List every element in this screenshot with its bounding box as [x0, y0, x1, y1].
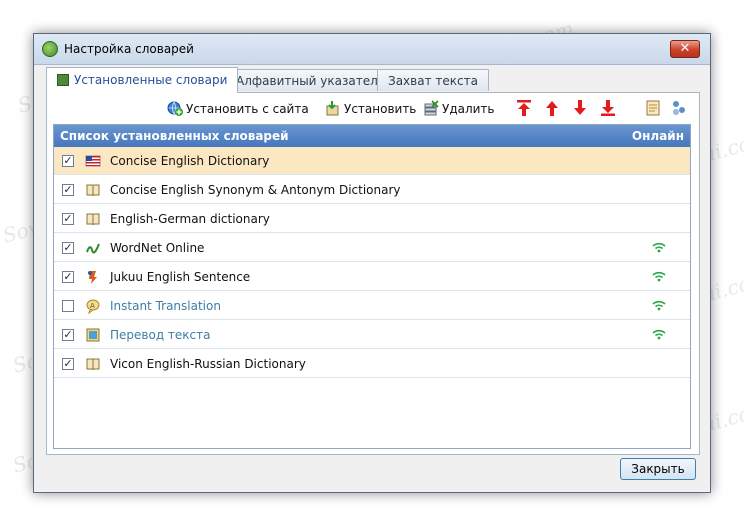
dictionary-info-icon[interactable]: [645, 99, 661, 117]
list-item[interactable]: ✓ English-German dictionary: [54, 205, 690, 233]
install-label: Установить: [344, 102, 417, 116]
dictionary-name: Jukuu English Sentence: [110, 270, 251, 284]
tab-text-capture[interactable]: Захват текста: [377, 69, 489, 91]
app-icon: [42, 41, 58, 57]
title-bar[interactable]: Настройка словарей ✕: [34, 34, 710, 65]
column-header-online: Онлайн: [631, 129, 684, 143]
installed-dictionaries-panel: Установить с сайта Установить Удалить Сп…: [46, 92, 700, 455]
toolbar: Установить с сайта Установить Удалить: [47, 93, 699, 123]
install-from-site-label: Установить с сайта: [186, 102, 309, 116]
list-item[interactable]: ✓ Concise English Synonym & Antonym Dicti…: [54, 176, 690, 204]
install-button[interactable]: Установить: [325, 100, 416, 118]
svg-text:A: A: [90, 302, 95, 310]
online-wifi-icon: [652, 270, 666, 282]
book-icon: [85, 182, 101, 198]
list-item[interactable]: ✓ Vicon English-Russian Dictionary: [54, 350, 690, 378]
book-icon: [85, 211, 101, 227]
checkbox-checked[interactable]: ✓: [62, 184, 74, 196]
dictionary-name: Concise English Dictionary: [110, 154, 270, 168]
list-item[interactable]: ✓ WordNet Online: [54, 234, 690, 262]
tab-label: Захват текста: [388, 74, 478, 88]
tab-label: Установленные словари: [74, 73, 228, 87]
move-top-icon[interactable]: [516, 99, 532, 117]
checkbox-checked[interactable]: ✓: [62, 271, 74, 283]
checkbox-checked[interactable]: ✓: [62, 329, 74, 341]
install-package-icon: [326, 101, 339, 116]
move-down-icon[interactable]: [572, 99, 588, 117]
close-button[interactable]: Закрыть: [620, 458, 696, 480]
delete-stack-icon: [424, 100, 439, 116]
close-window-button[interactable]: ✕: [670, 40, 700, 58]
jukuu-icon: [85, 269, 101, 285]
dictionary-name: Vicon English-Russian Dictionary: [110, 357, 306, 371]
dictionary-name: Concise English Synonym & Antonym Dictio…: [110, 183, 401, 197]
online-wifi-icon: [652, 299, 666, 311]
list-item[interactable]: A Instant Translation: [54, 292, 690, 320]
online-wifi-icon: [652, 328, 666, 340]
dictionary-name: Instant Translation: [110, 299, 221, 313]
dictionary-name: Перевод текста: [110, 328, 211, 342]
delete-button[interactable]: Удалить: [423, 100, 495, 118]
dictionary-name: WordNet Online: [110, 241, 205, 255]
flag-us-icon: [85, 153, 101, 169]
window-title: Настройка словарей: [64, 42, 194, 56]
checkbox-checked[interactable]: ✓: [62, 155, 74, 167]
list-item[interactable]: ✓ Перевод текста: [54, 321, 690, 349]
translate-bubble-icon: A: [85, 298, 101, 315]
list-header: Список установленных словарей Онлайн: [54, 125, 690, 147]
tab-label: Алфавитный указатель: [236, 74, 385, 88]
list-item[interactable]: ✓ Concise English Dictionary: [54, 147, 690, 175]
list-item[interactable]: ✓ Jukuu English Sentence: [54, 263, 690, 291]
online-wifi-icon: [652, 241, 666, 253]
tab-alphabetical-index[interactable]: Алфавитный указатель: [225, 69, 396, 91]
tab-strip: Установленные словари Алфавитный указате…: [46, 67, 698, 93]
checkbox-unchecked[interactable]: [62, 300, 74, 312]
dictionary-name: English-German dictionary: [110, 212, 270, 226]
move-up-icon[interactable]: [544, 99, 560, 117]
wordnet-icon: [85, 240, 101, 256]
text-translate-icon: [85, 327, 101, 343]
install-from-site-button[interactable]: Установить с сайта: [167, 100, 309, 118]
checkbox-checked[interactable]: ✓: [62, 242, 74, 254]
delete-label: Удалить: [442, 102, 495, 116]
dictionary-list: Список установленных словарей Онлайн ✓ Co…: [53, 124, 691, 449]
checkbox-checked[interactable]: ✓: [62, 358, 74, 370]
dictionary-settings-window: Настройка словарей ✕ Установленные слова…: [33, 33, 711, 493]
dictionary-list-icon: [57, 74, 69, 86]
globe-add-icon: [167, 101, 183, 116]
checkbox-checked[interactable]: ✓: [62, 213, 74, 225]
tab-installed-dictionaries[interactable]: Установленные словари: [46, 67, 239, 93]
move-bottom-icon[interactable]: [600, 99, 616, 117]
settings-blocks-icon[interactable]: [671, 99, 687, 117]
book-icon: [85, 356, 101, 372]
column-header-name: Список установленных словарей: [60, 129, 289, 143]
